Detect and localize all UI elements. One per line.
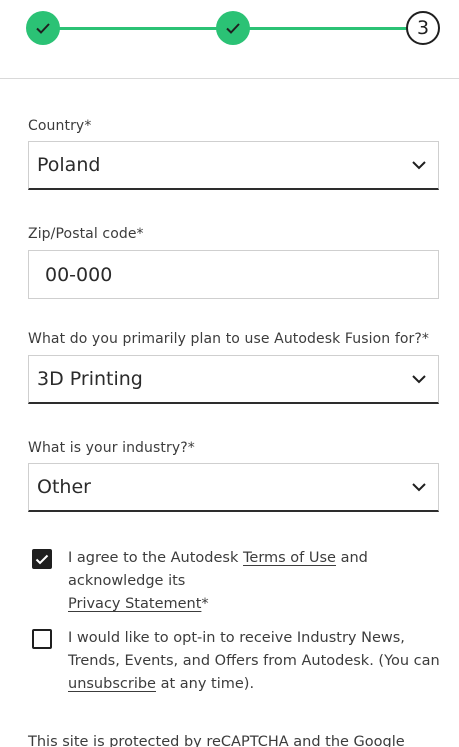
recaptcha-notice: This site is protected by reCAPTCHA and … — [28, 734, 405, 747]
terms-text: I agree to the Autodesk Terms of Use and… — [68, 547, 442, 616]
chevron-down-icon — [412, 483, 426, 492]
progress-stepper: 3 — [0, 0, 459, 79]
zip-field[interactable] — [28, 250, 439, 299]
terms-checkbox[interactable] — [32, 549, 52, 569]
industry-label: What is your industry?* — [28, 440, 195, 456]
industry-value: Other — [37, 476, 91, 498]
optin-consent-row: I would like to opt-in to receive Indust… — [32, 627, 442, 696]
optin-text-before: I would like to opt-in to receive Indust… — [68, 630, 440, 669]
zip-input[interactable] — [29, 262, 438, 287]
industry-select[interactable]: Other — [28, 463, 439, 512]
primary-use-label: What do you primarily plan to use Autode… — [28, 331, 430, 347]
optin-text-after: at any time). — [155, 676, 255, 692]
chevron-down-icon — [412, 161, 426, 170]
optin-text: I would like to opt-in to receive Indust… — [68, 627, 442, 696]
step-3-number: 3 — [416, 17, 430, 39]
terms-text-after: * — [201, 596, 209, 612]
country-value: Poland — [37, 154, 101, 176]
optin-checkbox[interactable] — [32, 629, 52, 649]
primary-use-select[interactable]: 3D Printing — [28, 355, 439, 404]
primary-use-value: 3D Printing — [37, 368, 143, 390]
stepper-connector-2 — [233, 27, 423, 30]
terms-of-use-link[interactable]: Terms of Use — [243, 550, 336, 566]
check-icon — [36, 22, 50, 34]
country-select[interactable]: Poland — [28, 141, 439, 190]
stepper-connector-1 — [43, 27, 233, 30]
chevron-down-icon — [412, 375, 426, 384]
check-icon — [226, 22, 240, 34]
terms-consent-row: I agree to the Autodesk Terms of Use and… — [32, 547, 442, 616]
check-icon — [35, 554, 49, 564]
zip-label: Zip/Postal code* — [28, 226, 144, 242]
unsubscribe-link[interactable]: unsubscribe — [68, 676, 156, 692]
step-3-current: 3 — [406, 11, 440, 45]
signup-step-3-page: 3 Country* Poland Zip/Postal code* What … — [0, 0, 459, 747]
step-2-complete — [216, 11, 250, 45]
country-label: Country* — [28, 118, 92, 134]
terms-text-before: I agree to the Autodesk — [68, 550, 243, 566]
privacy-statement-link[interactable]: Privacy Statement — [68, 596, 201, 612]
step-1-complete — [26, 11, 60, 45]
